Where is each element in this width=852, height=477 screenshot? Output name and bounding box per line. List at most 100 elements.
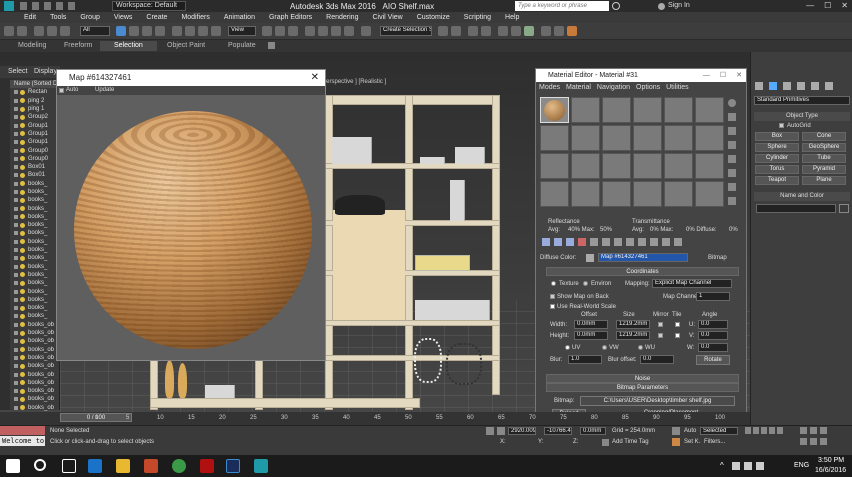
visibility-icon[interactable] — [14, 372, 18, 377]
ribbon-tab-freeform[interactable]: Freeform — [64, 42, 92, 49]
menu-civil-view[interactable]: Civil View — [372, 14, 402, 21]
light-bulb-icon[interactable] — [20, 214, 25, 220]
rectangular-selection-icon[interactable] — [142, 26, 152, 36]
visibility-icon[interactable] — [14, 148, 18, 153]
visibility-icon[interactable] — [14, 272, 18, 277]
assign-to-selection-icon[interactable] — [566, 238, 574, 246]
close-icon[interactable]: ✕ — [736, 69, 742, 82]
v-angle-field[interactable]: 0.0 — [698, 331, 728, 340]
sample-slot[interactable] — [602, 153, 631, 179]
sample-slot[interactable] — [664, 97, 693, 123]
light-bulb-icon[interactable] — [20, 139, 25, 145]
redo-icon[interactable] — [17, 26, 27, 36]
show-map-on-back-checkbox[interactable] — [550, 294, 555, 299]
visibility-icon[interactable] — [14, 107, 18, 112]
background-icon[interactable] — [728, 127, 736, 135]
light-bulb-icon[interactable] — [20, 272, 25, 278]
light-bulb-icon[interactable] — [20, 396, 25, 402]
powerpoint-icon[interactable] — [144, 459, 158, 473]
light-bulb-icon[interactable] — [20, 363, 25, 369]
plane-button[interactable]: Plane — [802, 176, 846, 185]
uv-radio[interactable] — [565, 345, 570, 350]
visibility-icon[interactable] — [14, 248, 18, 253]
visibility-icon[interactable] — [14, 264, 18, 269]
file-explorer-icon[interactable] — [116, 459, 130, 473]
select-by-material-icon[interactable] — [728, 197, 736, 205]
minimize-icon[interactable]: — — [806, 1, 814, 10]
visibility-icon[interactable] — [14, 364, 18, 369]
visibility-icon[interactable] — [14, 165, 18, 170]
y-coord-field[interactable]: -10766.463 — [544, 427, 572, 435]
light-bulb-icon[interactable] — [20, 106, 25, 112]
light-bulb-icon[interactable] — [20, 89, 25, 95]
menu-graph-editors[interactable]: Graph Editors — [269, 14, 312, 21]
menu-group[interactable]: Group — [80, 14, 99, 21]
go-forward-to-sibling-icon[interactable] — [674, 238, 682, 246]
map-name-field[interactable]: Map #614327461 — [598, 253, 688, 262]
curve-editor-icon[interactable] — [498, 26, 508, 36]
map-preview-window[interactable]: Map #614327461 ✕ Auto Update — [56, 69, 326, 361]
visibility-icon[interactable] — [14, 156, 18, 161]
light-bulb-icon[interactable] — [20, 388, 25, 394]
auto-key-button[interactable]: Auto — [684, 428, 696, 434]
tube-button[interactable]: Tube — [802, 154, 846, 163]
put-to-library-icon[interactable] — [614, 238, 622, 246]
visibility-icon[interactable] — [14, 355, 18, 360]
set-key-icon[interactable] — [672, 438, 680, 446]
lock-selection-icon[interactable] — [486, 427, 494, 435]
visibility-icon[interactable] — [14, 115, 18, 120]
ribbon-options-icon[interactable] — [268, 42, 275, 49]
visibility-icon[interactable] — [14, 190, 18, 194]
put-to-scene-icon[interactable] — [554, 238, 562, 246]
close-icon[interactable]: ✕ — [841, 1, 848, 10]
width-tile-checkbox[interactable] — [675, 322, 680, 327]
sample-slot[interactable] — [695, 97, 724, 123]
height-offset-field[interactable]: 0.0mm — [574, 331, 608, 340]
align-icon[interactable] — [451, 26, 461, 36]
select-manipulate-icon[interactable] — [275, 26, 285, 36]
workspace-dropdown[interactable]: Workspace: Default — [112, 1, 186, 11]
name-and-color-rollout[interactable]: Name and Color — [754, 192, 850, 201]
sample-slot[interactable] — [664, 181, 693, 207]
volume-icon[interactable] — [744, 462, 752, 470]
schematic-view-icon[interactable] — [511, 26, 521, 36]
sample-slot[interactable] — [602, 125, 631, 151]
light-bulb-icon[interactable] — [20, 239, 25, 245]
light-bulb-icon[interactable] — [20, 305, 25, 311]
coordinates-rollout[interactable]: Coordinates — [546, 267, 739, 276]
menu-tools[interactable]: Tools — [50, 14, 66, 21]
sample-type-icon[interactable] — [728, 99, 736, 107]
undo-icon[interactable] — [56, 2, 63, 10]
angle-snap-icon[interactable] — [318, 26, 328, 36]
light-bulb-icon[interactable] — [20, 313, 25, 319]
render-production-icon[interactable] — [567, 26, 577, 36]
bitmap-parameters-rollout[interactable]: Bitmap Parameters — [546, 383, 739, 392]
clock-time[interactable]: 3:50 PM — [818, 457, 844, 464]
maximize-icon[interactable]: ☐ — [720, 69, 726, 82]
visibility-icon[interactable] — [14, 322, 18, 327]
sample-slot[interactable] — [633, 97, 662, 123]
noise-rollout[interactable]: Noise — [546, 374, 739, 383]
menu-material[interactable]: Material — [566, 84, 591, 91]
make-unique-icon[interactable] — [602, 238, 610, 246]
percent-snap-icon[interactable] — [331, 26, 341, 36]
rendered-frame-window-icon[interactable] — [554, 26, 564, 36]
place-icon[interactable] — [211, 26, 221, 36]
visibility-icon[interactable] — [14, 206, 18, 211]
field-of-view-icon[interactable] — [800, 438, 807, 445]
height-tile-checkbox[interactable] — [675, 333, 680, 338]
sample-slot[interactable] — [571, 153, 600, 179]
maxscript-listener[interactable]: Welcome to — [0, 436, 45, 446]
battery-icon[interactable] — [756, 462, 764, 470]
light-bulb-icon[interactable] — [20, 197, 25, 203]
visibility-icon[interactable] — [14, 339, 18, 344]
light-bulb-icon[interactable] — [20, 222, 25, 228]
sign-in-link[interactable]: Sign In — [668, 2, 690, 9]
layer-explorer-icon[interactable] — [468, 26, 478, 36]
display-tab-icon[interactable] — [811, 82, 819, 90]
u-angle-field[interactable]: 0.0 — [698, 320, 728, 329]
key-filter-dropdown[interactable]: Selected — [700, 427, 738, 435]
photoshop-icon[interactable] — [226, 459, 240, 473]
select-by-name-icon[interactable] — [129, 26, 139, 36]
search-input[interactable]: Type a keyword or phrase — [515, 1, 609, 11]
